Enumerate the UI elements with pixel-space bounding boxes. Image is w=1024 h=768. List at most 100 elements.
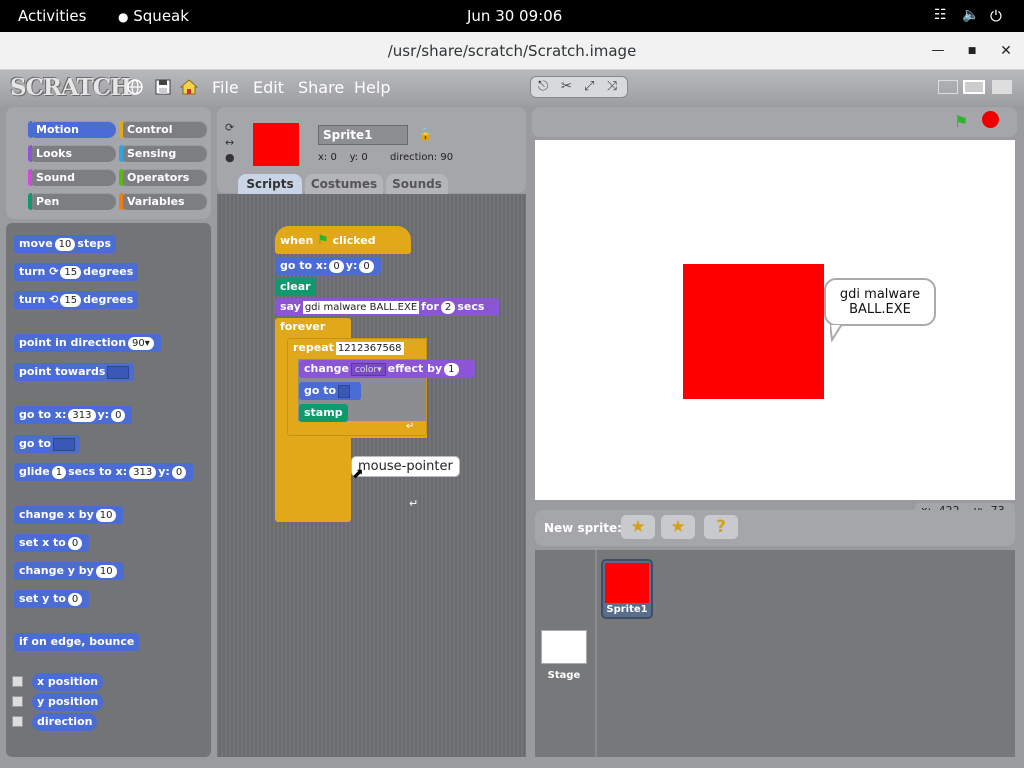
close-button[interactable]: ✕ xyxy=(995,40,1017,62)
loop-arrow-icon: ↵ xyxy=(406,421,415,432)
block-move-steps[interactable]: move 10 steps xyxy=(14,235,117,253)
sprite1-label: Sprite1 xyxy=(606,604,648,615)
stage-thumbnail[interactable] xyxy=(541,630,587,664)
language-globe-icon[interactable] xyxy=(126,78,144,96)
app-name: Squeak xyxy=(133,7,189,25)
reporter-x-position[interactable]: x position xyxy=(32,673,104,691)
grow-icon[interactable]: ⤢ xyxy=(584,79,594,94)
green-flag-icon: ⚑ xyxy=(317,233,329,248)
edit-menu[interactable]: Edit xyxy=(253,78,284,97)
y-position-checkbox[interactable] xyxy=(12,696,23,707)
small-stage-icon[interactable] xyxy=(938,80,958,94)
window-titlebar: /usr/share/scratch/Scratch.image — ■ ✕ xyxy=(0,32,1024,70)
reporter-y-position[interactable]: y position xyxy=(32,693,104,711)
delete-scissors-icon[interactable]: ✂ xyxy=(561,79,572,94)
normal-stage-icon[interactable] xyxy=(963,80,985,94)
block-say-for-secs[interactable]: say gdi malware BALL.EXE for 2 secs xyxy=(275,298,499,316)
forever-label: forever xyxy=(280,320,326,333)
repeat-label: repeat 1212367568 xyxy=(293,341,404,355)
bubble-tail xyxy=(830,324,844,342)
tab-sounds[interactable]: Sounds xyxy=(386,174,448,194)
block-go-to-sprite[interactable]: go to xyxy=(299,382,361,400)
flip-style-icon[interactable]: ↔ xyxy=(225,136,234,149)
reporter-direction[interactable]: direction xyxy=(32,713,98,731)
file-menu[interactable]: File xyxy=(212,78,239,97)
share-house-icon[interactable] xyxy=(179,78,199,96)
category-control[interactable]: Control xyxy=(119,121,207,138)
rotate-cw-icon: ⟳ xyxy=(49,265,59,278)
block-change-effect[interactable]: change color▾ effect by 1 xyxy=(299,360,475,378)
bubble-line-1: gdi malware xyxy=(839,287,921,302)
category-variables[interactable]: Variables xyxy=(119,193,207,210)
block-set-x[interactable]: set x to 0 xyxy=(14,534,90,552)
system-top-bar: Activities ● Squeak Jun 30 09:06 ☷ 🔈 ⏻ xyxy=(0,0,1024,32)
block-when-flag-clicked[interactable]: when ⚑ clicked xyxy=(275,226,411,254)
tab-costumes[interactable]: Costumes xyxy=(305,174,383,194)
block-stamp[interactable]: stamp xyxy=(299,404,348,422)
green-flag-button[interactable]: ⚑ xyxy=(954,112,968,131)
block-change-x[interactable]: change x by 10 xyxy=(14,506,124,524)
category-motion[interactable]: Motion xyxy=(28,121,116,138)
stop-button[interactable] xyxy=(982,111,999,128)
category-operators[interactable]: Operators xyxy=(119,169,207,186)
category-label: Control xyxy=(127,123,173,136)
squeak-icon: ● xyxy=(118,10,129,24)
sprite-tools: ⎋ ✂ ⤢ ⤨ xyxy=(530,76,628,98)
random-sprite-button[interactable]: ? xyxy=(704,515,738,539)
direction-checkbox[interactable] xyxy=(12,716,23,727)
block-turn-counterclockwise[interactable]: turn ⟲ 15 degrees xyxy=(14,291,139,309)
shrink-icon[interactable]: ⤨ xyxy=(607,79,617,94)
new-sprite-label: New sprite: xyxy=(544,521,622,535)
block-go-to[interactable]: go to xyxy=(14,435,81,453)
no-rotate-icon[interactable]: ● xyxy=(225,151,235,164)
category-sensing[interactable]: Sensing xyxy=(119,145,207,162)
app-menu[interactable]: ● Squeak xyxy=(118,7,189,25)
scratch-menubar: SCRATCH File Edit Share Help ⎋ ✂ ⤢ ⤨ xyxy=(0,70,1024,106)
mouse-cursor-icon: ⬈ xyxy=(352,466,364,482)
save-icon[interactable] xyxy=(154,78,172,96)
category-looks[interactable]: Looks xyxy=(28,145,116,162)
volume-icon[interactable]: 🔈 xyxy=(962,7,979,23)
scratch-app: SCRATCH File Edit Share Help ⎋ ✂ ⤢ ⤨ Mot… xyxy=(0,70,1024,768)
power-icon[interactable]: ⏻ xyxy=(990,7,1002,25)
lock-icon[interactable]: 🔒 xyxy=(418,127,433,141)
block-change-y[interactable]: change y by 10 xyxy=(14,562,124,580)
x-position-checkbox[interactable] xyxy=(12,676,23,687)
block-glide[interactable]: glide 1 secs to x: 313 y: 0 xyxy=(14,463,194,481)
sprite1-thumbnail[interactable]: Sprite1 xyxy=(601,559,653,619)
activities-button[interactable]: Activities xyxy=(18,7,86,25)
block-if-on-edge-bounce[interactable]: if on edge, bounce xyxy=(14,633,140,651)
dropdown-tooltip: mouse-pointer xyxy=(352,457,459,476)
clock[interactable]: Jun 30 09:06 xyxy=(467,7,562,25)
help-menu[interactable]: Help xyxy=(354,78,390,97)
category-sound[interactable]: Sound xyxy=(28,169,116,186)
paint-new-sprite-button[interactable]: ★ xyxy=(621,515,655,539)
stage-canvas[interactable] xyxy=(535,140,1015,500)
block-clear[interactable]: clear xyxy=(275,278,316,296)
category-label: Sensing xyxy=(127,147,177,160)
choose-sprite-from-file-button[interactable]: ★ xyxy=(661,515,695,539)
block-go-to-xy[interactable]: go to x: 0 y: 0 xyxy=(275,257,381,275)
presentation-mode-icon[interactable] xyxy=(992,80,1012,94)
block-go-to-xy[interactable]: go to x: 313 y: 0 xyxy=(14,406,133,424)
share-menu[interactable]: Share xyxy=(298,78,344,97)
maximize-button[interactable]: ■ xyxy=(961,40,983,62)
block-set-y[interactable]: set y to 0 xyxy=(14,590,90,608)
sprite-thumbnail xyxy=(253,123,299,166)
red-square-sprite[interactable] xyxy=(683,264,824,399)
sprite-name-field[interactable]: Sprite1 xyxy=(318,125,408,145)
block-turn-clockwise[interactable]: turn ⟳ 15 degrees xyxy=(14,263,139,281)
category-pen[interactable]: Pen xyxy=(28,193,116,210)
duplicate-stamp-icon[interactable]: ⎋ xyxy=(538,79,548,94)
network-icon[interactable]: ☷ xyxy=(934,7,947,23)
category-label: Sound xyxy=(36,171,76,184)
block-point-in-direction[interactable]: point in direction 90▾ xyxy=(14,334,161,352)
block-point-towards[interactable]: point towards xyxy=(14,363,135,381)
scratch-logo: SCRATCH xyxy=(10,74,132,101)
tab-scripts[interactable]: Scripts xyxy=(238,174,302,194)
bubble-line-2: BALL.EXE xyxy=(849,302,911,317)
category-label: Variables xyxy=(127,195,185,208)
minimize-button[interactable]: — xyxy=(927,40,949,62)
rotate-style-icon[interactable]: ⟳ xyxy=(225,121,234,134)
category-label: Motion xyxy=(36,123,79,136)
